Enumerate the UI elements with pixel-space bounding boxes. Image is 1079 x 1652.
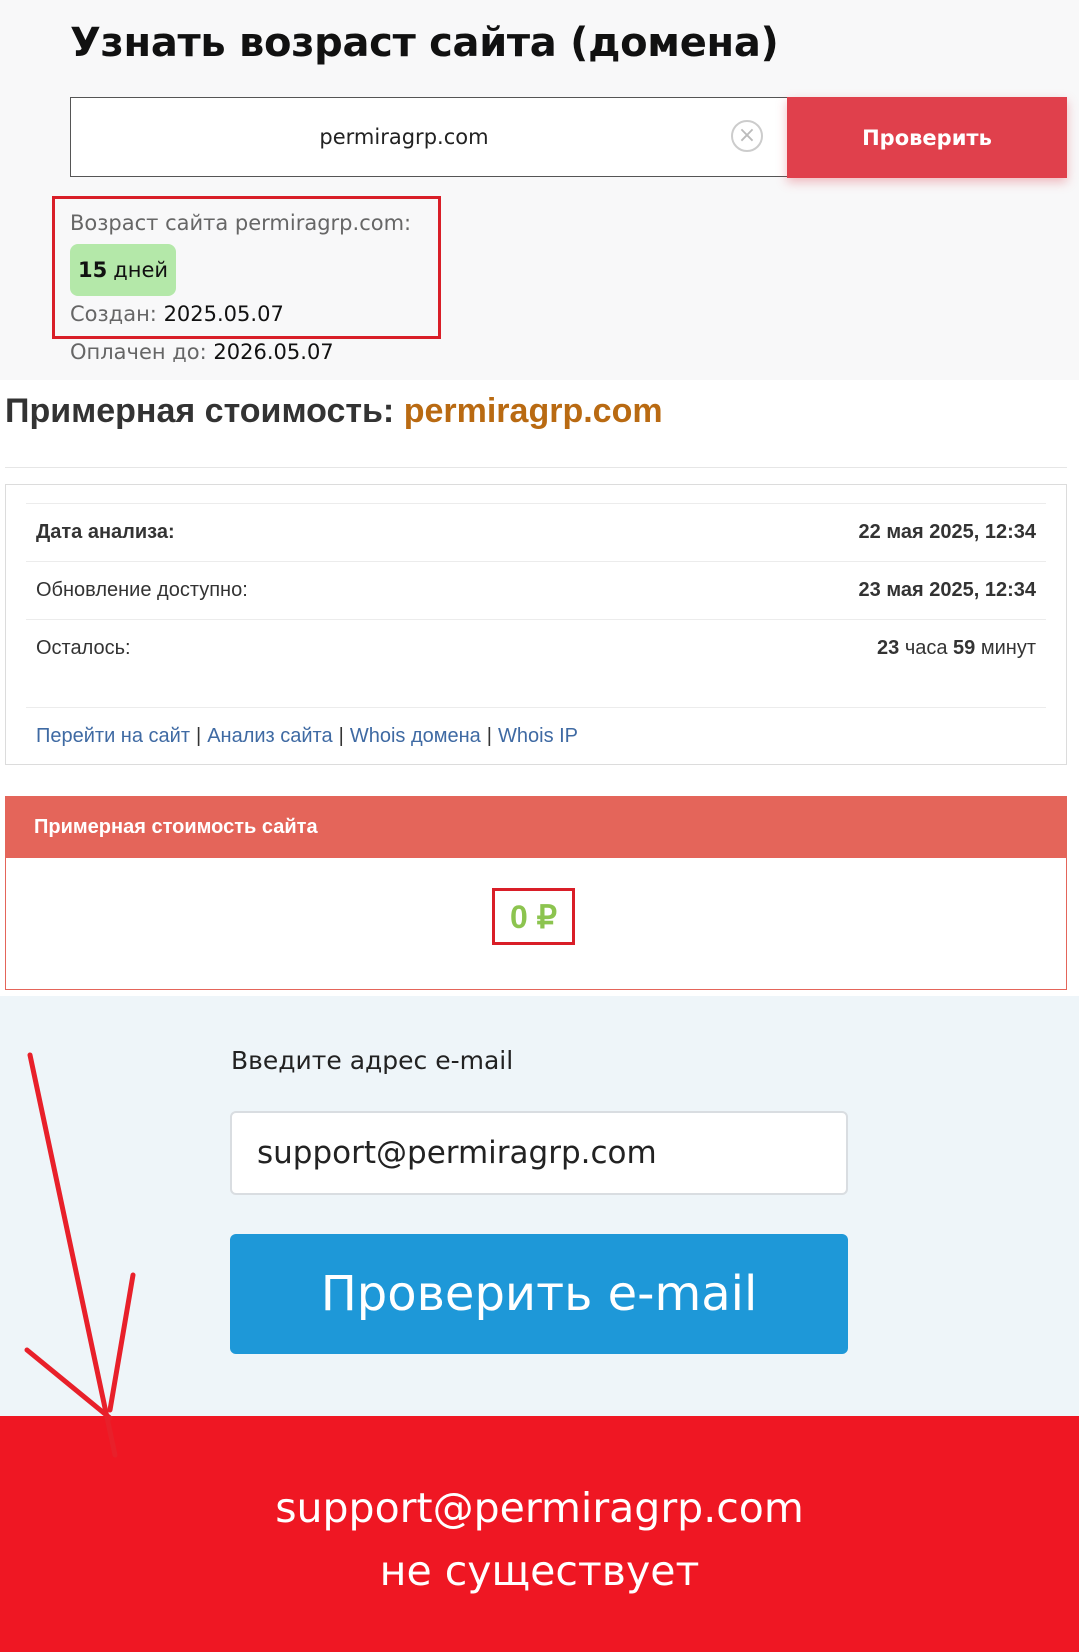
remaining-hours: 23 (877, 637, 900, 659)
link-go-to-site[interactable]: Перейти на сайт (36, 725, 190, 748)
link-whois-ip[interactable]: Whois IP (498, 725, 578, 748)
cost-heading-domain: permiragrp.com (403, 392, 663, 430)
link-separator: | (195, 725, 202, 747)
analysis-date-label: Дата анализа: (36, 521, 175, 543)
remaining-minutes-unit: минут (980, 637, 1036, 659)
paid-value: 2026.05.07 (213, 340, 334, 364)
clear-icon[interactable]: × (731, 120, 763, 152)
paid-label: Оплачен до: (70, 340, 207, 364)
result-status-text: не существует (379, 1547, 700, 1595)
site-value-panel-title: Примерная стоимость сайта (6, 797, 1066, 858)
created-value: 2025.05.07 (163, 302, 284, 326)
update-available-label: Обновление доступно: (36, 579, 248, 601)
remaining-minutes: 59 (953, 637, 976, 659)
age-badge: 15 дней (70, 244, 177, 296)
age-unit: дней (113, 258, 169, 282)
remaining-row: Осталось: 23 часа 59 минут (26, 619, 1046, 677)
email-input[interactable] (232, 1113, 846, 1193)
link-whois-domain[interactable]: Whois домена (350, 725, 481, 748)
remaining-label: Осталось: (36, 637, 131, 659)
remaining-value: 23 часа 59 минут (877, 637, 1036, 660)
email-label: Введите адрес e-mail (231, 1046, 514, 1075)
check-email-button[interactable]: Проверить e-mail (230, 1234, 848, 1354)
check-domain-button[interactable]: Проверить (787, 97, 1067, 178)
link-site-analysis[interactable]: Анализ сайта (207, 725, 332, 748)
analysis-info-box: Дата анализа: 22 мая 2025, 12:34 Обновле… (5, 484, 1067, 765)
email-field[interactable] (230, 1111, 848, 1195)
analysis-date-value: 22 мая 2025, 12:34 (858, 521, 1036, 543)
age-label: Возраст сайта permiragrp.com: (70, 211, 412, 235)
link-separator: | (486, 725, 492, 747)
update-available-row: Обновление доступно: 23 мая 2025, 12:34 (26, 561, 1046, 619)
cost-heading-prefix: Примерная стоимость: (5, 392, 395, 430)
remaining-hours-unit: часа (904, 637, 948, 659)
domain-input[interactable] (71, 98, 787, 176)
domain-search-field[interactable]: × (70, 97, 788, 177)
update-available-value: 23 мая 2025, 12:34 (858, 579, 1036, 601)
link-separator: | (338, 725, 344, 747)
created-label: Создан: (70, 302, 157, 326)
analysis-date-row: Дата анализа: 22 мая 2025, 12:34 (26, 503, 1046, 561)
result-email: support@permiragrp.com (275, 1484, 804, 1532)
cost-heading: Примерная стоимость: permiragrp.com (5, 392, 663, 431)
created-row: Создан: 2025.05.07 (70, 302, 284, 326)
page-title: Узнать возраст сайта (домена) (70, 20, 779, 66)
email-result-banner: support@permiragrp.com не существует (0, 1416, 1079, 1652)
paid-until-row: Оплачен до: 2026.05.07 (70, 340, 334, 364)
divider (5, 467, 1067, 468)
age-number: 15 (78, 258, 108, 282)
site-value-panel: Примерная стоимость сайта 0 ₽ (5, 796, 1067, 990)
site-value-amount: 0 ₽ (492, 888, 575, 945)
quick-links: Перейти на сайт | Анализ сайта | Whois д… (26, 707, 1046, 765)
